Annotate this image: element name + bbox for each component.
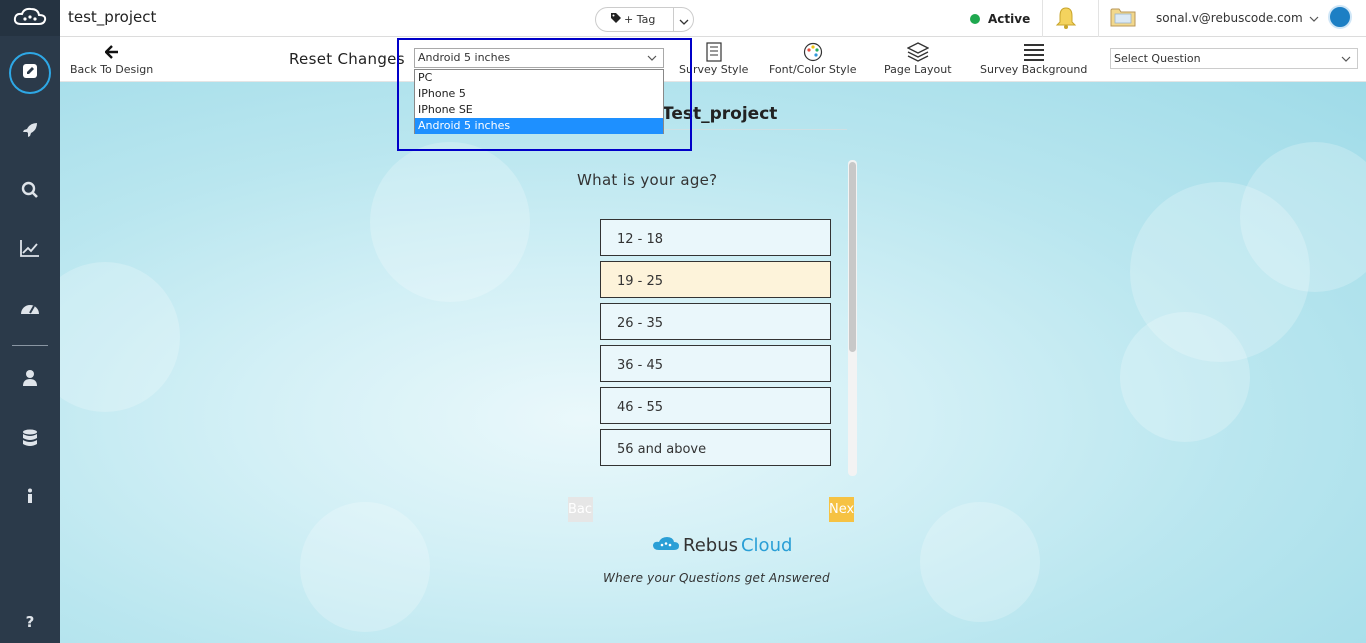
- tag-button[interactable]: + Tag: [595, 7, 694, 32]
- background-bokeh: [920, 502, 1040, 622]
- folder-icon: [1110, 8, 1136, 32]
- cloud-logo-icon: [652, 535, 680, 556]
- help-icon: ?: [25, 613, 35, 631]
- survey-status[interactable]: Active: [970, 12, 1030, 26]
- back-button[interactable]: Back: [568, 497, 593, 522]
- background-bokeh: [370, 142, 530, 302]
- rocket-icon: [21, 121, 39, 143]
- background-bokeh: [1120, 312, 1250, 442]
- chevron-down-icon: [1341, 49, 1351, 68]
- sidebar-item-launch[interactable]: [0, 112, 60, 152]
- sidebar-item-info[interactable]: [0, 478, 60, 518]
- font-color-style-button[interactable]: Font/Color Style: [769, 41, 857, 76]
- add-tag-button[interactable]: + Tag: [596, 8, 674, 31]
- back-to-design-button[interactable]: Back To Design: [70, 41, 153, 76]
- sidebar-item-users[interactable]: [0, 360, 60, 400]
- answer-option[interactable]: 56 and above: [600, 429, 831, 466]
- status-label: Active: [988, 12, 1031, 26]
- tag-icon: [611, 13, 621, 26]
- brand-cloud: Cloud: [740, 535, 793, 556]
- header-divider: [1098, 0, 1099, 37]
- notifications-button[interactable]: [1055, 6, 1077, 34]
- dashboard-icon: [20, 299, 40, 321]
- arrow-left-icon: [104, 41, 119, 63]
- sidebar-divider: [12, 345, 48, 346]
- folder-button[interactable]: [1110, 6, 1136, 32]
- page-layout-label: Page Layout: [884, 63, 952, 76]
- answer-option[interactable]: 12 - 18: [600, 219, 831, 256]
- question-text: What is your age?: [577, 171, 718, 189]
- sidebar-item-design[interactable]: [9, 52, 51, 94]
- page-layout-button[interactable]: Page Layout: [884, 41, 952, 76]
- tag-button-label: + Tag: [624, 13, 656, 26]
- sidebar-item-dashboard[interactable]: [0, 290, 60, 330]
- answer-option[interactable]: 36 - 45: [600, 345, 831, 382]
- survey-background-button[interactable]: Survey Background: [980, 41, 1087, 76]
- layers-icon: [906, 41, 929, 63]
- chevron-down-icon: [1309, 11, 1319, 25]
- chevron-down-icon: [679, 10, 689, 29]
- reset-changes-button[interactable]: Reset Changes: [289, 50, 405, 68]
- answer-option[interactable]: 26 - 35: [600, 303, 831, 340]
- rebuscloud-brand: Rebus Cloud: [652, 535, 792, 556]
- status-dot: [970, 14, 980, 24]
- survey-background-label: Survey Background: [980, 63, 1088, 76]
- sidebar-item-search[interactable]: [0, 172, 60, 212]
- background-bokeh: [300, 502, 430, 632]
- font-color-style-label: Font/Color Style: [769, 63, 857, 76]
- brand-rebus: Rebus: [683, 535, 738, 556]
- next-button[interactable]: Next: [829, 497, 854, 522]
- design-toolbar: Back To Design Reset Changes Android 5 i…: [60, 37, 1366, 82]
- sidebar-item-analytics[interactable]: [0, 230, 60, 270]
- answer-option[interactable]: 46 - 55: [600, 387, 831, 424]
- cloud-logo-icon: [13, 6, 47, 30]
- background-bokeh: [60, 262, 180, 412]
- edit-icon: [22, 63, 38, 83]
- app-logo[interactable]: [0, 0, 60, 36]
- back-to-design-label: Back To Design: [70, 63, 154, 76]
- survey-preview-canvas: Test_project What is your age? 12 - 18 1…: [60, 82, 1366, 643]
- sidebar-item-data[interactable]: [0, 420, 60, 460]
- database-icon: [22, 429, 38, 451]
- info-icon: [26, 488, 34, 508]
- chart-line-icon: [20, 239, 40, 261]
- sidebar-item-help[interactable]: ?: [0, 602, 60, 642]
- top-header: test_project + Tag Active sonal.v@rebusc…: [60, 0, 1366, 37]
- user-icon: [22, 369, 38, 391]
- user-menu[interactable]: sonal.v@rebuscode.com: [1156, 11, 1319, 25]
- survey-style-icon: [706, 41, 722, 63]
- scrollbar-thumb[interactable]: [849, 162, 856, 352]
- tag-dropdown-toggle[interactable]: [674, 10, 693, 29]
- project-title: test_project: [68, 8, 157, 26]
- sidebar: ?: [0, 0, 60, 643]
- select-question-dropdown[interactable]: Select Question: [1110, 48, 1358, 69]
- question-select-value: Select Question: [1114, 52, 1201, 65]
- annotation-highlight-box: [397, 38, 692, 151]
- header-divider: [1042, 0, 1043, 37]
- menu-lines-icon: [1023, 41, 1044, 63]
- user-email: sonal.v@rebuscode.com: [1156, 11, 1303, 25]
- brand-tagline: Where your Questions get Answered: [603, 571, 830, 585]
- answer-option-selected[interactable]: 19 - 25: [600, 261, 831, 298]
- search-icon: [21, 181, 39, 203]
- avatar[interactable]: [1328, 5, 1352, 29]
- palette-icon: [803, 41, 823, 63]
- bell-icon: [1055, 7, 1077, 34]
